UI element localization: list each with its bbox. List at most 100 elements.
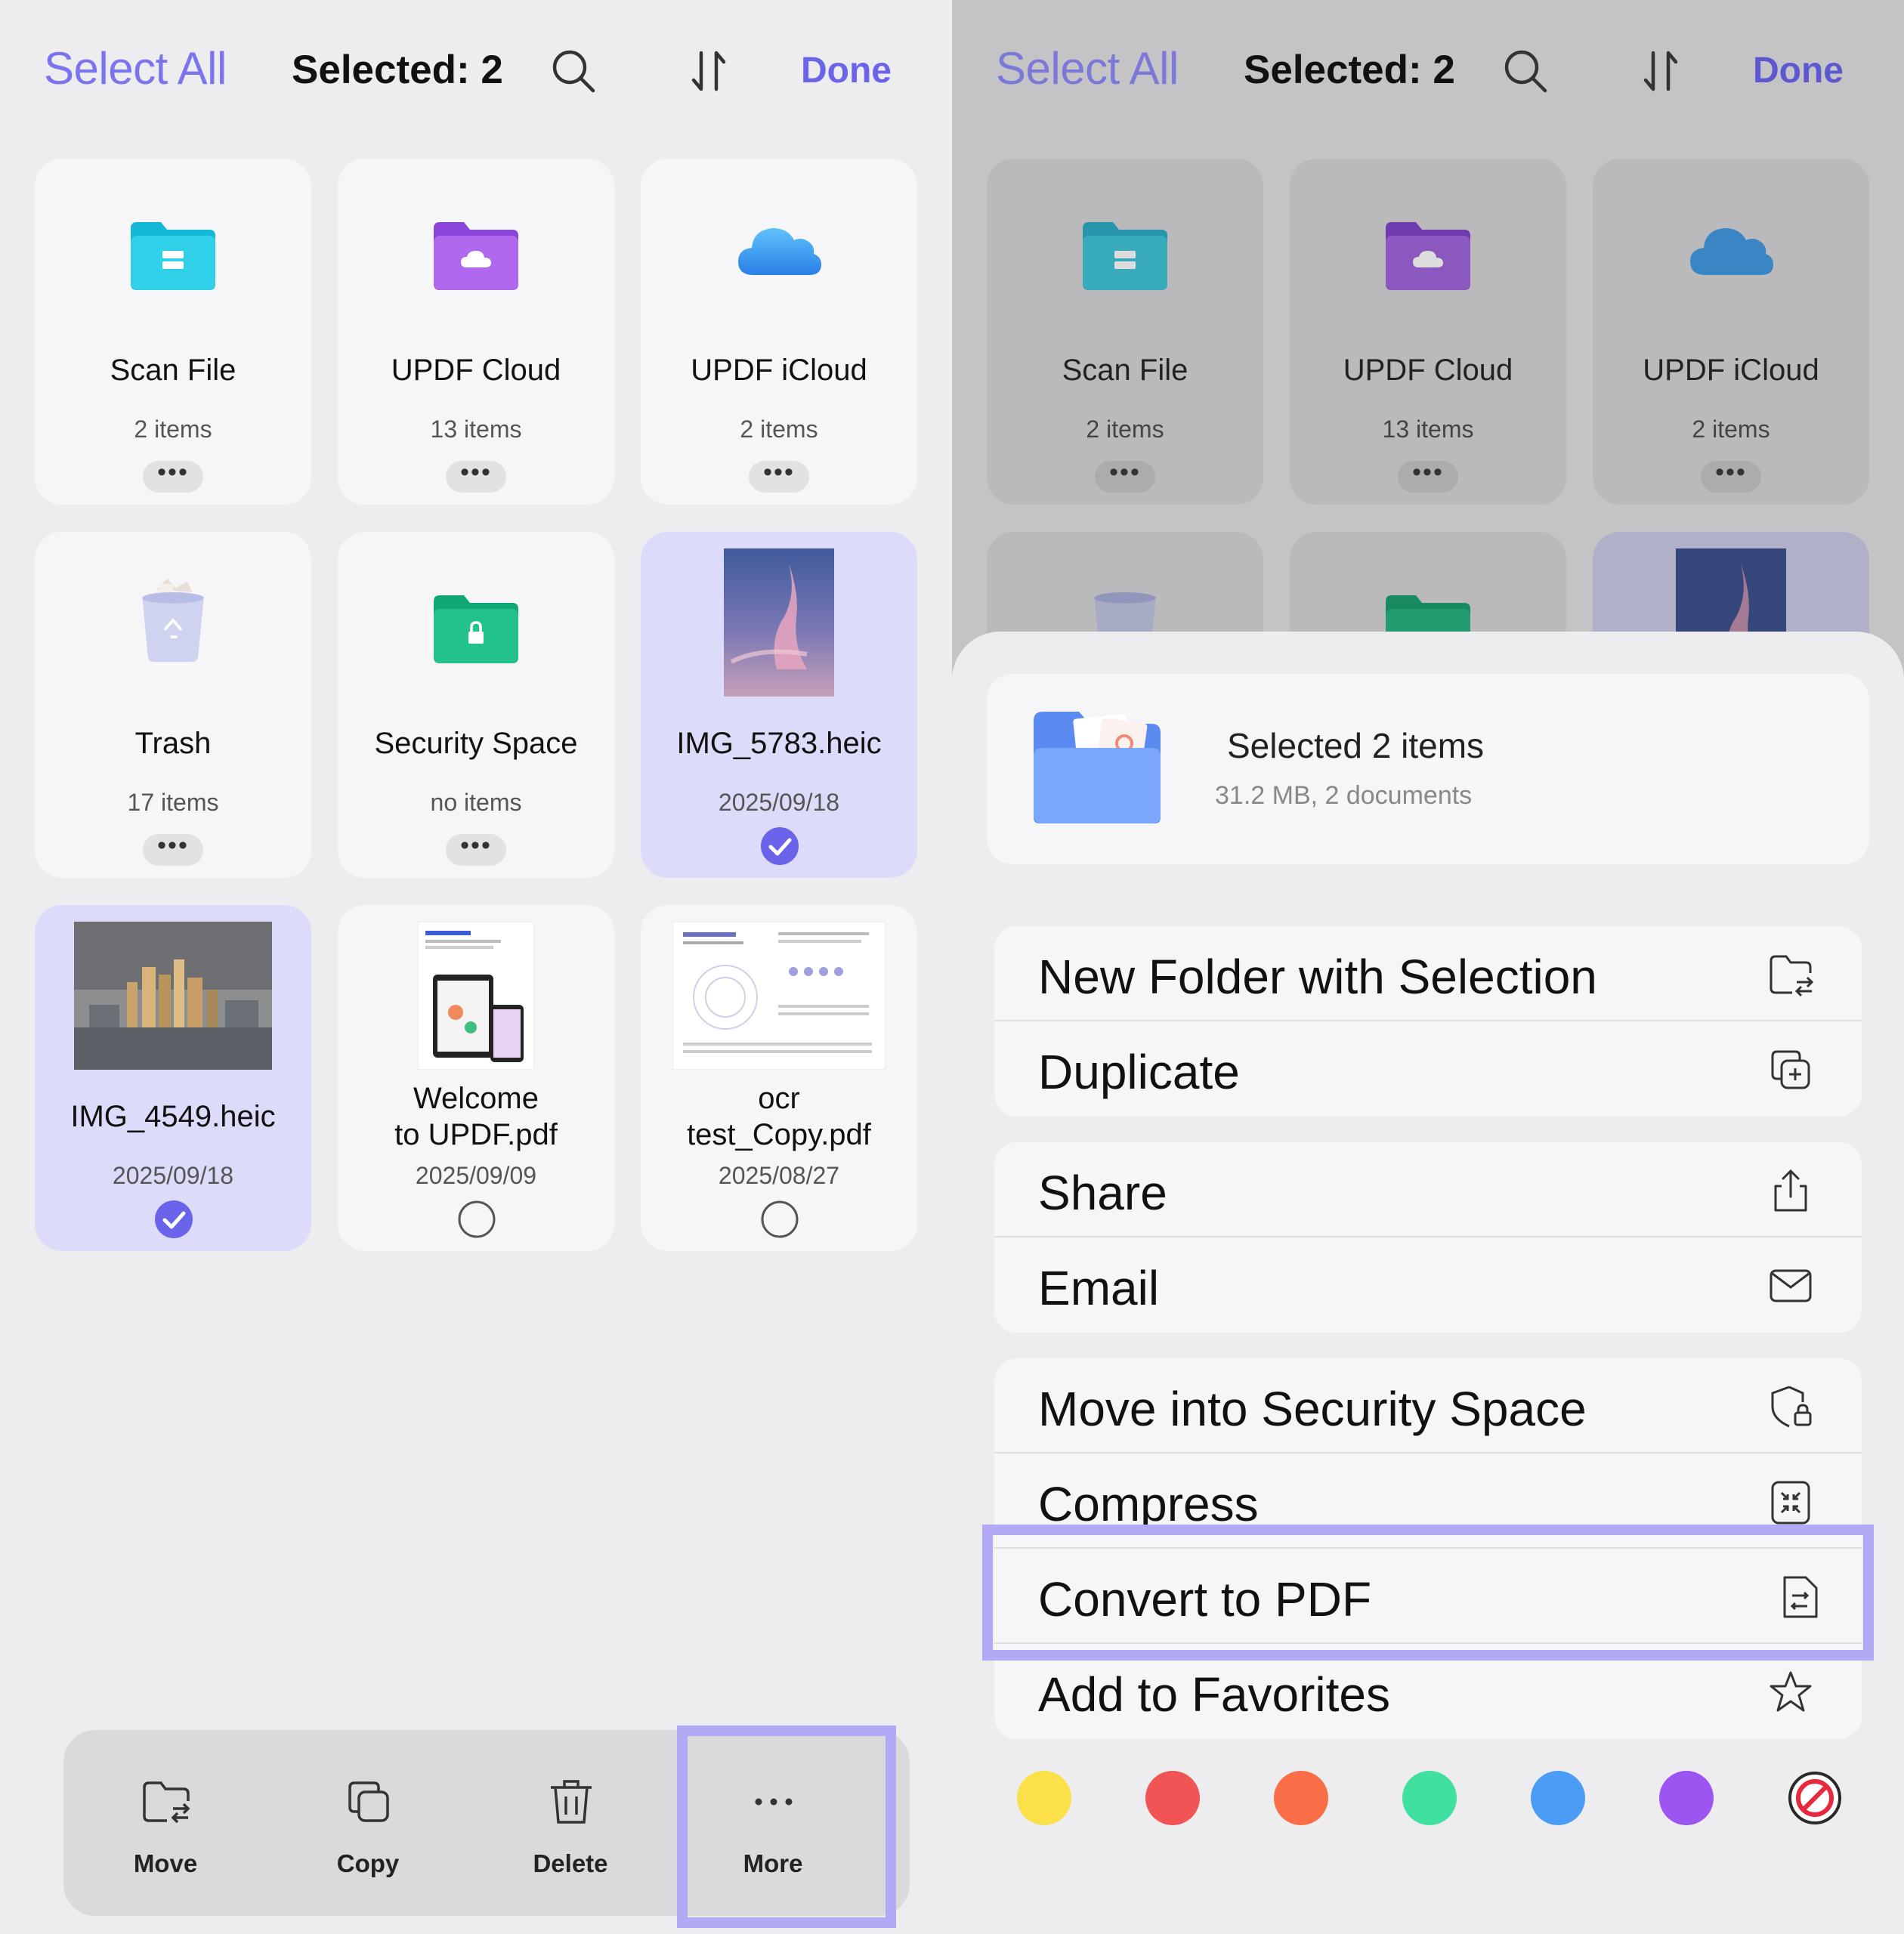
unchecked-icon[interactable] <box>457 1200 496 1239</box>
sort-icon[interactable] <box>1638 48 1683 94</box>
action-label: New Folder with Selection <box>1038 950 1597 1004</box>
top-bar: Select All Selected: 2 Done <box>0 0 952 151</box>
more-options-button[interactable]: ••• <box>1398 459 1458 493</box>
action-label: Duplicate <box>1038 1045 1240 1099</box>
move-button[interactable]: Move <box>63 1730 267 1916</box>
red-tag[interactable] <box>1145 1771 1200 1825</box>
more-options-button[interactable]: ••• <box>1701 459 1761 493</box>
action-label: Add to Favorites <box>1038 1667 1390 1722</box>
file-name: ocr test_Copy.pdf <box>687 1082 871 1151</box>
done-button[interactable]: Done <box>801 50 892 91</box>
more-options-button[interactable]: ••• <box>446 459 506 493</box>
file-meta: 13 items <box>1382 416 1474 443</box>
file-tile-img-4549[interactable]: IMG_4549.heic 2025/09/18 <box>35 905 311 1251</box>
share-icon <box>1774 1169 1807 1212</box>
icloud-icon <box>1690 228 1773 275</box>
selection-subtitle: 31.2 MB, 2 documents <box>1215 781 1473 810</box>
file-browser-panel: Select All Selected: 2 Done Scan File 2 … <box>0 0 952 1934</box>
city-photo-thumbnail <box>74 922 272 1070</box>
more-options-button[interactable]: ••• <box>446 833 506 866</box>
delete-label: Delete <box>533 1849 608 1877</box>
selected-count: Selected: 2 <box>1244 48 1455 92</box>
color-tag-row <box>952 1771 1904 1831</box>
star-icon <box>1770 1671 1812 1712</box>
more-options-button[interactable]: ••• <box>143 833 203 866</box>
more-options-button[interactable]: ••• <box>749 459 809 493</box>
select-all-button[interactable]: Select All <box>996 42 1179 94</box>
file-name: Scan File <box>110 354 236 387</box>
file-tile-updf-cloud[interactable]: UPDF Cloud 13 items ••• <box>338 159 614 505</box>
duplicate-icon <box>1771 1050 1810 1089</box>
scan-folder-icon <box>1083 222 1167 290</box>
file-name: Security Space <box>374 727 578 760</box>
action-group-share: Share Email <box>994 1142 1862 1333</box>
file-tile-scan-file[interactable]: Scan File 2 items ••• <box>987 159 1263 505</box>
file-meta: 2025/08/27 <box>718 1162 840 1189</box>
file-meta: 13 items <box>430 416 522 443</box>
new-folder-with-selection-row[interactable]: New Folder with Selection <box>994 926 1862 1021</box>
email-row[interactable]: Email <box>994 1237 1862 1333</box>
action-label: Share <box>1038 1166 1167 1220</box>
pdf-thumbnail <box>672 922 886 1070</box>
copy-label: Copy <box>336 1849 400 1877</box>
move-label: Move <box>133 1849 198 1877</box>
file-meta: 2 items <box>1086 416 1164 443</box>
file-tile-trash[interactable]: Trash 17 items ••• <box>35 532 311 878</box>
file-tile-ocr-pdf[interactable]: ocr test_Copy.pdf 2025/08/27 <box>641 905 917 1251</box>
action-label: Email <box>1038 1261 1160 1315</box>
move-folder-icon <box>143 1781 190 1824</box>
more-options-button[interactable]: ••• <box>1095 459 1155 493</box>
no-tag-icon[interactable] <box>1788 1771 1842 1825</box>
file-name: IMG_5783.heic <box>676 727 882 760</box>
action-label: Compress <box>1038 1477 1259 1531</box>
done-button[interactable]: Done <box>1753 50 1844 91</box>
select-all-button[interactable]: Select All <box>44 42 227 94</box>
file-name: Welcome to UPDF.pdf <box>394 1082 558 1151</box>
green-tag[interactable] <box>1402 1771 1457 1825</box>
blue-tag[interactable] <box>1531 1771 1585 1825</box>
file-name: IMG_4549.heic <box>70 1100 276 1133</box>
file-tile-updf-cloud[interactable]: UPDF Cloud 13 items ••• <box>1290 159 1566 505</box>
top-bar-dimmed: Select All Selected: 2 Done <box>952 0 1904 151</box>
file-tile-welcome-pdf[interactable]: Welcome to UPDF.pdf 2025/09/09 <box>338 905 614 1251</box>
documents-folder-icon <box>1034 712 1161 823</box>
cloud-folder-icon <box>434 222 518 290</box>
action-group-organize: New Folder with Selection Duplicate <box>994 926 1862 1117</box>
yellow-tag[interactable] <box>1017 1771 1071 1825</box>
file-meta: 17 items <box>127 789 219 816</box>
trash-icon <box>142 578 204 663</box>
more-highlight-box <box>677 1725 896 1928</box>
sort-icon[interactable] <box>686 48 731 94</box>
file-tile-updf-icloud[interactable]: UPDF iCloud 2 items ••• <box>641 159 917 505</box>
more-options-button[interactable]: ••• <box>143 459 203 493</box>
orange-tag[interactable] <box>1274 1771 1328 1825</box>
convert-highlight-box <box>982 1525 1874 1661</box>
sky-photo-thumbnail <box>724 548 834 697</box>
file-meta: 2 items <box>134 416 212 443</box>
purple-tag[interactable] <box>1659 1771 1714 1825</box>
file-tile-img-5783[interactable]: IMG_5783.heic 2025/09/18 <box>641 532 917 878</box>
new-folder-icon <box>1770 955 1814 997</box>
checked-icon[interactable] <box>154 1200 193 1239</box>
unchecked-icon[interactable] <box>760 1200 799 1239</box>
scan-folder-icon <box>131 222 215 290</box>
duplicate-row[interactable]: Duplicate <box>994 1021 1862 1117</box>
file-name: UPDF Cloud <box>1343 354 1513 387</box>
search-icon[interactable] <box>549 47 598 95</box>
search-icon[interactable] <box>1501 47 1550 95</box>
file-tile-security-space[interactable]: Security Space no items ••• <box>338 532 614 878</box>
selection-title: Selected 2 items <box>1227 726 1485 765</box>
security-folder-icon <box>434 595 518 663</box>
checked-icon[interactable] <box>760 826 799 866</box>
delete-icon <box>551 1780 592 1824</box>
pdf-thumbnail <box>418 922 534 1070</box>
file-tile-updf-icloud[interactable]: UPDF iCloud 2 items ••• <box>1593 159 1869 505</box>
file-tile-scan-file[interactable]: Scan File 2 items ••• <box>35 159 311 505</box>
file-meta: 2 items <box>740 416 818 443</box>
file-meta: no items <box>430 789 522 816</box>
share-row[interactable]: Share <box>994 1142 1862 1237</box>
move-into-security-space-row[interactable]: Move into Security Space <box>994 1358 1862 1454</box>
selection-summary: Selected 2 items 31.2 MB, 2 documents <box>987 674 1869 864</box>
copy-button[interactable]: Copy <box>266 1730 470 1916</box>
delete-button[interactable]: Delete <box>468 1730 672 1916</box>
